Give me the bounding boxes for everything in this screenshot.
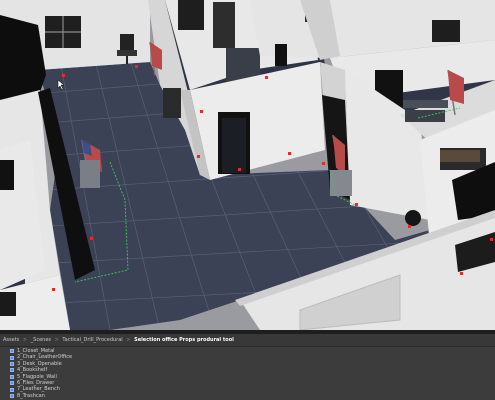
filing-cabinet-prop xyxy=(213,2,235,48)
breadcrumb: Assets > _Scenes > Tactical_Drill_Proced… xyxy=(0,334,495,347)
prefab-cube-icon xyxy=(10,368,14,373)
prefab-cube-icon xyxy=(10,361,14,366)
prefab-cube-icon xyxy=(10,349,14,354)
prefab-cube-icon xyxy=(10,381,14,386)
breadcrumb-item-tactical-drill[interactable]: Tactical_Drill_Procedural xyxy=(62,337,122,343)
far-window-2 xyxy=(432,20,460,42)
center-door-inner xyxy=(222,118,246,173)
breadcrumb-item-assets[interactable]: Assets xyxy=(3,337,19,343)
bottom-chair-prop xyxy=(0,292,16,316)
breadcrumb-separator: > xyxy=(54,337,59,343)
prefab-cube-icon xyxy=(10,355,14,360)
breadcrumb-separator: > xyxy=(22,337,28,343)
asset-item[interactable]: 8_Trashcan xyxy=(10,393,495,399)
scene-viewport[interactable] xyxy=(0,0,495,330)
asset-label: 8_Trashcan xyxy=(17,392,45,399)
trashcan-prop xyxy=(405,210,421,226)
left-room-chair-icon xyxy=(0,160,14,190)
desk-prop-right xyxy=(403,100,448,108)
breadcrumb-separator: > xyxy=(126,337,131,343)
prefab-cube-icon xyxy=(10,393,14,398)
breadcrumb-item-scenes[interactable]: _Scenes xyxy=(31,337,51,343)
center-room-window xyxy=(178,0,204,30)
bookshelf-prop xyxy=(440,150,480,162)
leather-bench-prop xyxy=(163,88,181,118)
prefab-cube-icon xyxy=(10,387,14,392)
breadcrumb-current-folder[interactable]: Selection office Props produral tool xyxy=(134,337,234,343)
far-door-1 xyxy=(275,44,287,66)
project-panel: Assets > _Scenes > Tactical_Drill_Proced… xyxy=(0,334,495,400)
prefab-cube-icon xyxy=(10,374,14,379)
asset-list: 1_Closet_Metal 2_Chair_LeatherOffice 3_D… xyxy=(0,347,495,399)
